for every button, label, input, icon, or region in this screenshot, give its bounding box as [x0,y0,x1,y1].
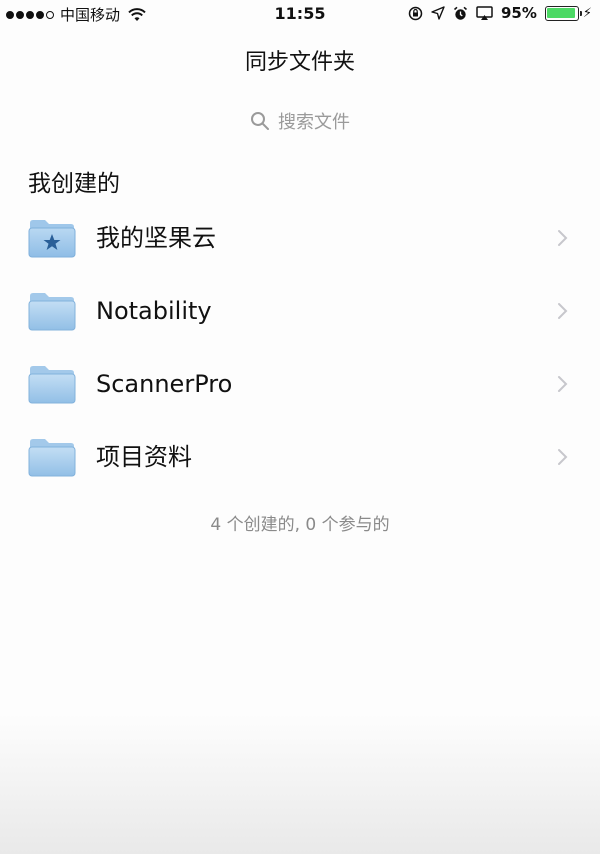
location-icon [431,6,445,20]
battery-icon [544,5,582,21]
starred-folder-icon [28,220,76,258]
orientation-lock-icon [408,6,423,20]
folder-row-notability[interactable]: Notability [0,275,600,348]
status-bar: 中国移动 11:55 95% ⚡ [0,0,600,28]
folder-label: Notability [96,297,212,325]
chevron-right-icon [558,303,568,319]
folder-label: ScannerPro [96,370,233,398]
bottom-fade [0,714,600,854]
chevron-right-icon [558,230,568,246]
chevron-right-icon [558,449,568,465]
folder-icon [28,293,76,331]
folder-row-scannerpro[interactable]: ScannerPro [0,348,600,421]
folder-row-project-materials[interactable]: 项目资料 [0,421,600,494]
folder-list: 我的坚果云 Notability ScannerPro 项目资料 [0,202,600,494]
folder-label: 项目资料 [96,443,192,471]
battery-percentage: 95% [500,4,537,22]
folder-row-jianguoyun[interactable]: 我的坚果云 [0,202,600,275]
chevron-right-icon [558,376,568,392]
page-title: 同步文件夹 [244,50,355,75]
charging-icon: ⚡ [582,5,592,21]
status-right: 95% ⚡ [408,4,592,22]
alarm-icon [453,6,467,20]
folder-icon [28,366,76,404]
airplay-icon [476,5,493,20]
search-icon [251,112,269,130]
section-title: 我创建的 [28,171,120,197]
search-bar[interactable]: 搜索文件 [0,108,600,134]
folder-label: 我的坚果云 [96,224,216,252]
folder-icon [28,439,76,477]
search-placeholder: 搜索文件 [278,112,350,133]
folder-count-summary: 4 个创建的, 0 个参与的 [210,515,390,535]
screen: 中国移动 11:55 95% ⚡ 同步文件夹 搜索文件 我创建的 我的坚果云 N… [0,0,600,854]
